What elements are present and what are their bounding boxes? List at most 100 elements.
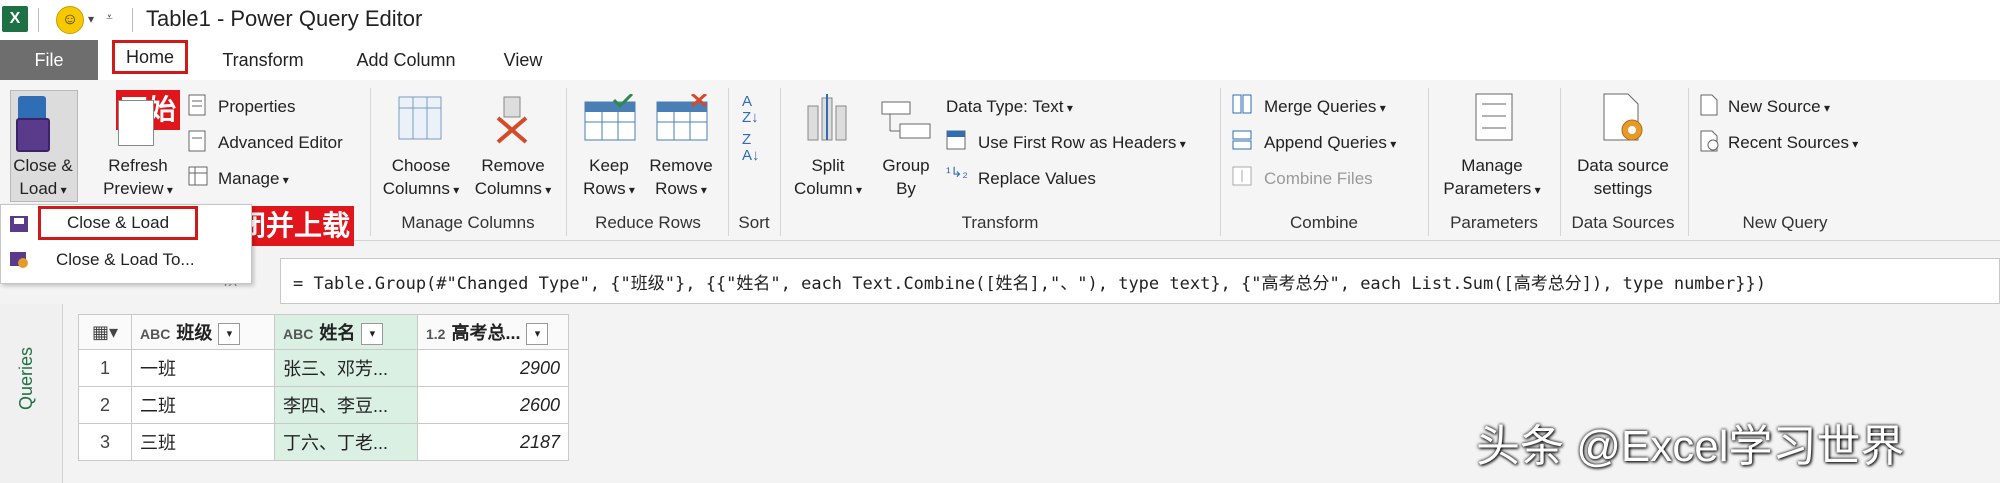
- group-label-data-sources: Data Sources: [1571, 213, 1675, 232]
- remove-rows-button[interactable]: Remove Rows: [644, 154, 718, 202]
- table-cell[interactable]: 张三、邓芳...: [274, 349, 418, 387]
- filter-dropdown-icon[interactable]: ▾: [526, 323, 549, 346]
- text-type-icon: ABC: [140, 325, 171, 342]
- combine-files-icon: [1232, 166, 1252, 186]
- group-divider: [728, 88, 729, 236]
- table-cell[interactable]: 三班: [131, 423, 275, 461]
- recent-sources-button[interactable]: Recent Sources: [1728, 132, 1858, 155]
- close-load-line2: Load: [10, 177, 76, 202]
- group-label-sort: Sort: [738, 213, 770, 232]
- decimal-type-icon: 1.2: [426, 325, 446, 342]
- column-header-label: 高考总...: [451, 322, 521, 343]
- use-first-row-headers-button[interactable]: Use First Row as Headers: [978, 132, 1186, 155]
- row-number: 2: [78, 386, 132, 424]
- replace-values-button[interactable]: Replace Values: [978, 168, 1096, 190]
- close-load-item-icon: [8, 212, 30, 234]
- tab-file[interactable]: File: [0, 40, 98, 80]
- table-cell[interactable]: 丁六、丁老...: [274, 423, 418, 461]
- close-load-menu-item[interactable]: Close & Load: [38, 206, 198, 240]
- table-cell[interactable]: 李四、李豆...: [274, 386, 418, 424]
- remove-rows-line2: Rows: [644, 177, 718, 202]
- manage-parameters-button[interactable]: Manage Parameters: [1432, 154, 1552, 202]
- manage-icon: [188, 166, 208, 186]
- data-source-settings-line1: Data source: [1577, 156, 1669, 175]
- remove-columns-icon: [494, 96, 530, 144]
- manage-button[interactable]: Manage: [218, 168, 289, 191]
- keep-rows-line2: Rows: [574, 177, 644, 202]
- group-label-transform: Transform: [961, 213, 1039, 232]
- table-menu-icon[interactable]: ▦▾: [78, 314, 132, 350]
- table-cell[interactable]: 二班: [131, 386, 275, 424]
- manage-parameters-line1: Manage: [1461, 156, 1523, 175]
- merge-queries-icon: [1232, 94, 1252, 114]
- new-source-icon: [1700, 94, 1718, 116]
- split-column-button[interactable]: Split Column: [784, 154, 872, 202]
- text-type-icon: ABC: [283, 325, 314, 342]
- smiley-icon[interactable]: ☺: [56, 6, 84, 34]
- merge-queries-button[interactable]: Merge Queries: [1264, 96, 1386, 119]
- formula-bar[interactable]: = Table.Group(#"Changed Type", {"班级"}, {…: [280, 258, 2000, 304]
- table-cell[interactable]: 一班: [131, 349, 275, 387]
- combine-files-button[interactable]: Combine Files: [1264, 168, 1373, 190]
- table-row: 3 三班 丁六、丁老... 2187: [78, 423, 569, 461]
- sort-descending-icon[interactable]: Z A↓: [742, 132, 760, 164]
- refresh-preview-button[interactable]: Refresh Preview: [96, 154, 180, 202]
- first-row-headers-icon: [946, 130, 966, 150]
- keep-rows-button[interactable]: Keep Rows: [574, 154, 644, 202]
- table-cell[interactable]: 2187: [417, 423, 569, 461]
- close-load-to-menu-item[interactable]: Close & Load To...: [56, 250, 195, 270]
- filter-dropdown-icon[interactable]: ▾: [218, 323, 241, 346]
- column-header-class[interactable]: ABC 班级 ▾: [131, 314, 275, 350]
- chevron-down-icon[interactable]: ▾: [88, 12, 94, 26]
- sort-ascending-icon[interactable]: A Z↓: [742, 94, 759, 126]
- remove-columns-button[interactable]: Remove Columns: [470, 154, 556, 202]
- tab-add-column[interactable]: Add Column: [344, 40, 468, 80]
- data-preview-table: ▦▾ ABC 班级 ▾ ABC 姓名 ▾ 1.2 高考总... ▾ 1 一班 张三、邓芳..…: [78, 314, 569, 461]
- excel-icon[interactable]: X: [2, 6, 28, 32]
- queries-pane-label[interactable]: Queries: [16, 347, 37, 410]
- column-header-label: 班级: [176, 322, 213, 343]
- table-cell[interactable]: 2600: [417, 386, 569, 424]
- tab-view[interactable]: View: [490, 40, 556, 80]
- group-divider: [1220, 88, 1221, 236]
- group-by-line1: Group: [882, 156, 930, 175]
- column-header-total[interactable]: 1.2 高考总... ▾: [417, 314, 569, 350]
- divider: [132, 8, 133, 32]
- tab-transform[interactable]: Transform: [208, 40, 318, 80]
- append-queries-button[interactable]: Append Queries: [1264, 132, 1396, 155]
- filter-dropdown-icon[interactable]: ▾: [361, 323, 384, 346]
- split-column-line2: Column: [784, 177, 872, 202]
- data-source-settings-button[interactable]: Data source settings: [1562, 154, 1684, 200]
- replace-values-icon: ¹↳₂: [946, 164, 968, 180]
- advanced-editor-button[interactable]: Advanced Editor: [218, 132, 343, 154]
- properties-button[interactable]: Properties: [218, 96, 295, 118]
- choose-columns-button[interactable]: Choose Columns: [378, 154, 464, 202]
- remove-columns-line2: Columns: [470, 177, 556, 202]
- manage-parameters-line2: Parameters: [1432, 177, 1552, 202]
- choose-columns-line2: Columns: [378, 177, 464, 202]
- group-divider: [780, 88, 781, 236]
- column-header-name[interactable]: ABC 姓名 ▾: [274, 314, 418, 350]
- close-load-label[interactable]: Close & Load: [10, 154, 76, 202]
- data-type-dropdown[interactable]: Data Type: Text: [946, 96, 1073, 119]
- properties-icon: [188, 94, 206, 116]
- close-load-line1: Close &: [13, 156, 73, 175]
- keep-rows-line1: Keep: [589, 156, 629, 175]
- group-by-icon: [880, 100, 932, 142]
- table-cell[interactable]: 2900: [417, 349, 569, 387]
- watermark: 头条 @Excel学习世界: [1476, 422, 1905, 471]
- window-title: Table1 - Power Query Editor: [146, 6, 423, 31]
- tab-home[interactable]: Home: [112, 40, 188, 74]
- group-by-button[interactable]: Group By: [872, 154, 940, 200]
- append-queries-icon: [1232, 130, 1252, 150]
- group-divider: [1560, 88, 1561, 236]
- remove-rows-line1: Remove: [649, 156, 713, 175]
- row-number: 1: [78, 349, 132, 387]
- customize-qat-icon[interactable]: ⩡: [106, 10, 113, 25]
- keep-rows-icon: [584, 92, 636, 142]
- row-number: 3: [78, 423, 132, 461]
- group-label-new-query: New Query: [1742, 213, 1828, 232]
- refresh-line2: Preview: [96, 177, 180, 202]
- new-source-button[interactable]: New Source: [1728, 96, 1830, 119]
- group-divider: [1428, 88, 1429, 236]
